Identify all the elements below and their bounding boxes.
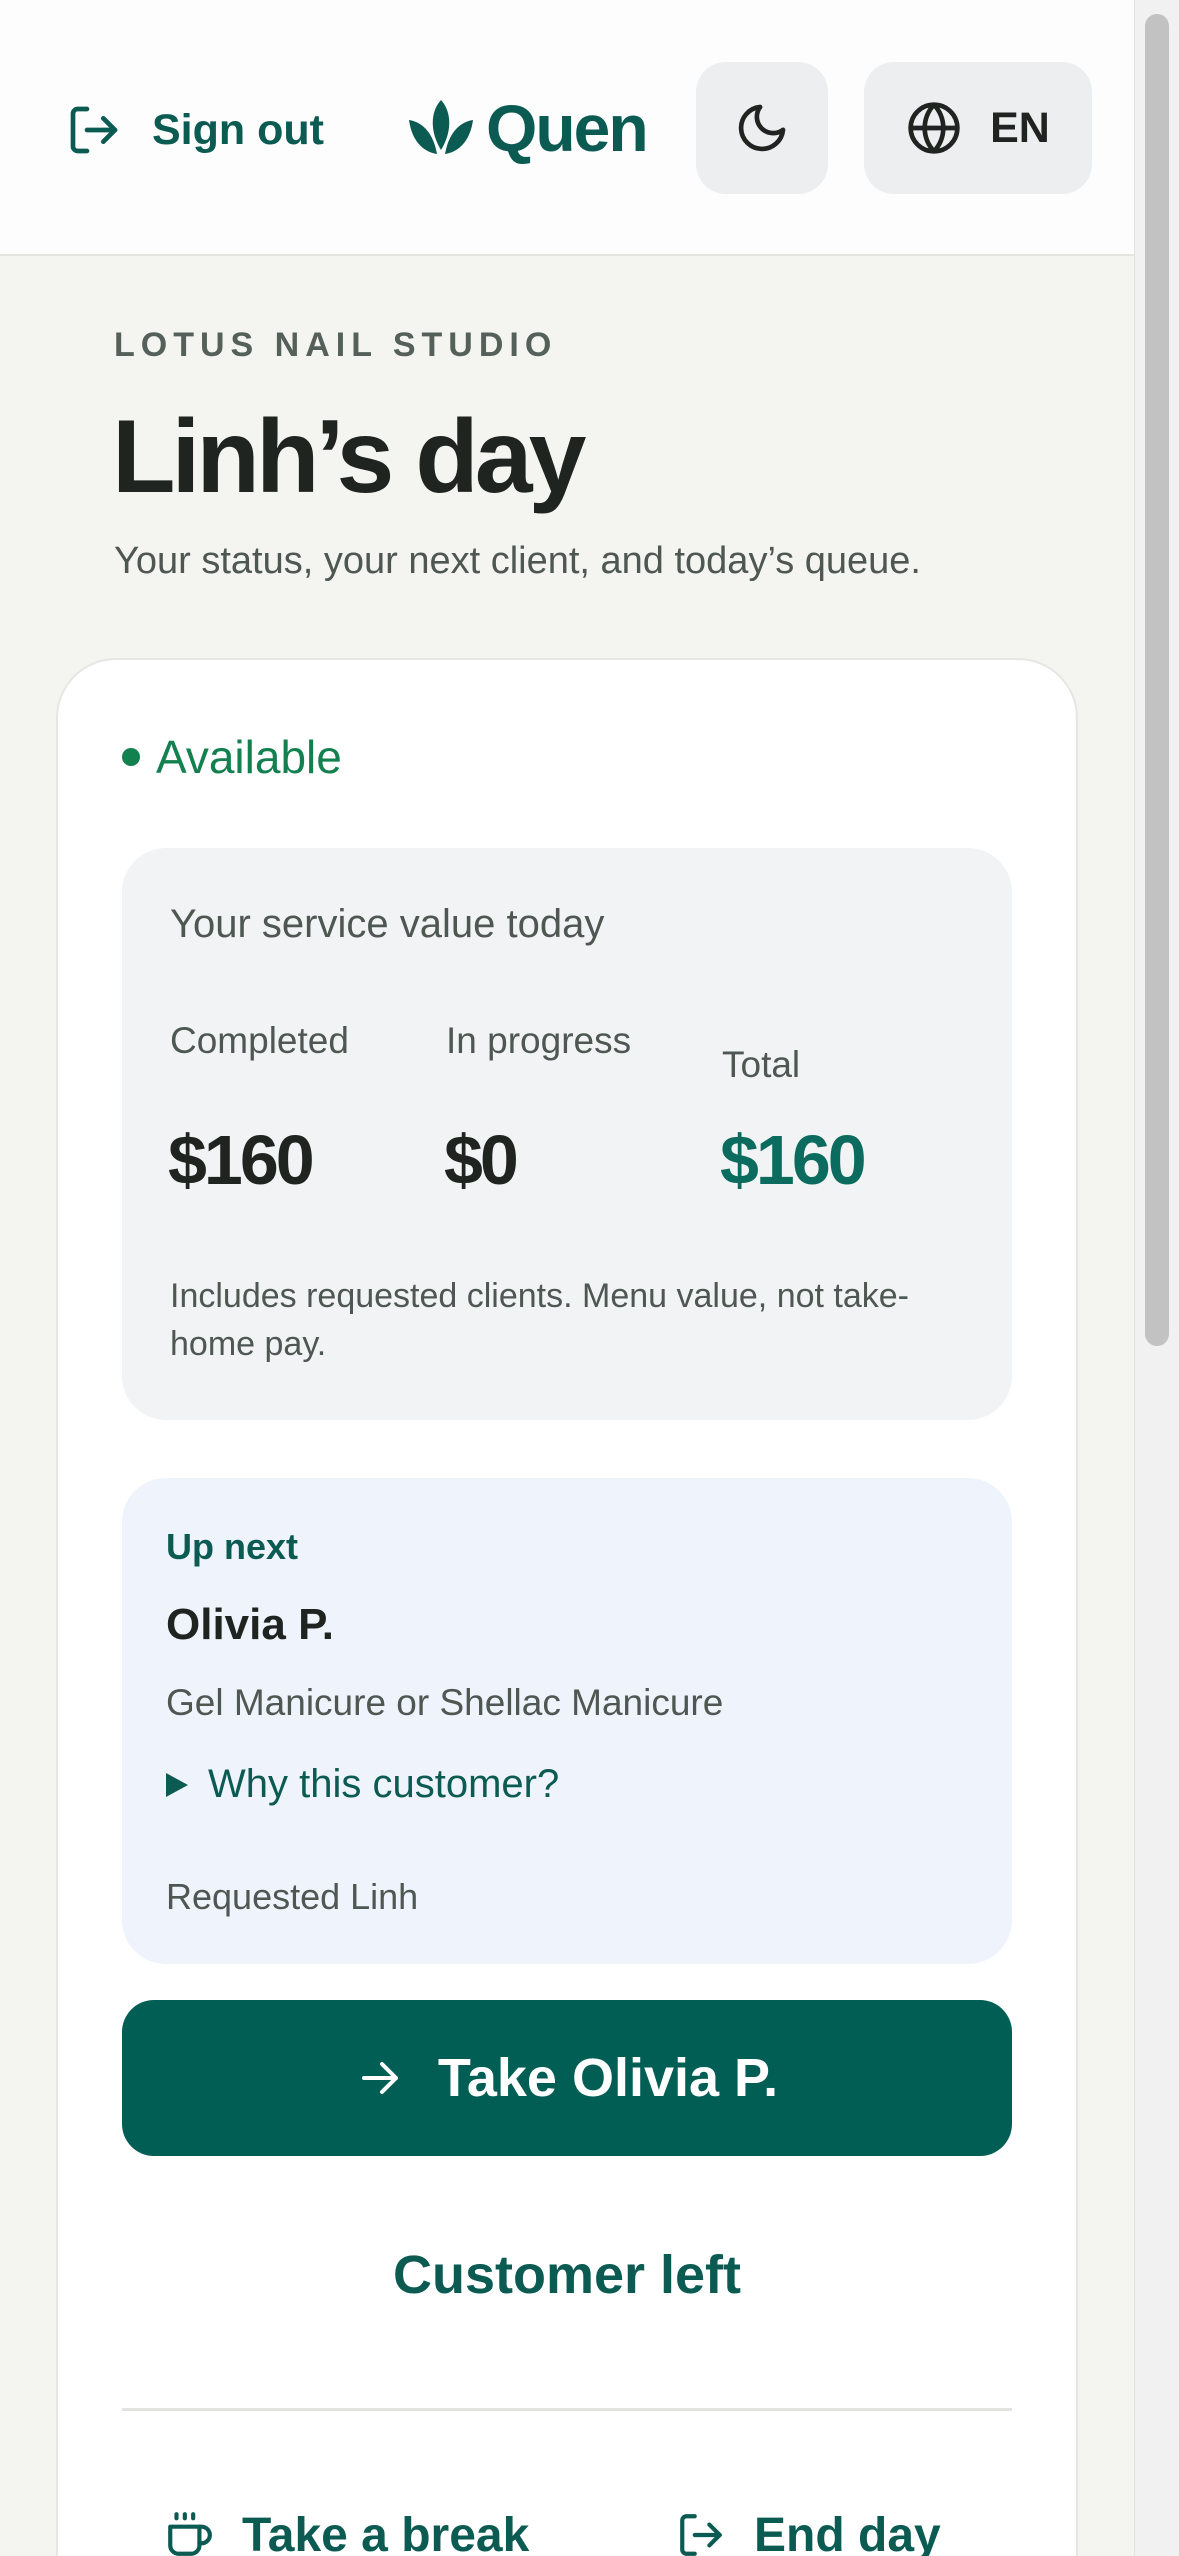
arrow-right-icon [361,2062,398,2094]
app-viewport: Sign out Quen EN LOTUS NAIL STUDIO Linh’… [0,0,1179,2556]
next-customer-name: Olivia P. [166,1600,334,1649]
brand-logo: Quen [406,88,649,168]
disclosure-triangle-icon [166,1772,188,1797]
service-value-title: Your service value today [170,902,605,946]
moon-icon [738,104,786,152]
language-code: EN [990,103,1050,152]
up-next-label: Up next [166,1526,299,1567]
coffee-cup-icon [168,2512,212,2556]
requested-note: Requested Linh [166,1876,419,1917]
brand-name: Quen [486,91,649,165]
leaf-logo-icon [409,100,473,154]
studio-name: LOTUS NAIL STUDIO [114,326,558,364]
sign-out-icon [70,106,118,154]
sign-out-label: Sign out [152,105,324,154]
status-dot-icon [122,748,140,766]
why-this-customer-label: Why this customer? [208,1762,560,1806]
in-progress-value: $0 [444,1121,519,1199]
scrollbar-thumb[interactable] [1145,14,1169,1346]
page-title: Linh’s day [112,399,586,515]
in-progress-label: In progress [446,1020,632,1061]
status-indicator: Available [122,730,342,784]
language-button[interactable]: EN [864,62,1092,194]
take-break-label: Take a break [242,2508,530,2556]
end-day-label: End day [754,2508,941,2556]
total-label: Total [722,1044,801,1085]
completed-value: $160 [168,1121,315,1199]
status-label: Available [156,731,342,783]
service-value-note: Includes requested clients. Menu value, … [170,1277,909,1363]
take-customer-button[interactable]: Take Olivia P. [122,2000,1012,2156]
theme-toggle-button[interactable] [696,62,828,194]
take-customer-label: Take Olivia P. [437,2048,779,2108]
total-value: $160 [720,1121,867,1199]
completed-label: Completed [170,1020,349,1061]
end-day-button[interactable]: End day [676,2500,941,2556]
globe-icon [908,102,960,154]
why-this-customer-toggle[interactable]: Why this customer? [166,1762,559,1807]
sign-out-icon [680,2514,722,2556]
page-subtitle: Your status, your next client, and today… [114,540,921,582]
customer-left-button[interactable]: Customer left [122,2232,1012,2318]
top-header: Sign out Quen EN [0,0,1134,256]
customer-left-label: Customer left [392,2245,742,2305]
take-break-button[interactable]: Take a break [164,2500,529,2556]
sign-out-button[interactable]: Sign out [66,96,324,164]
divider [122,2408,1012,2411]
next-customer-service: Gel Manicure or Shellac Manicure [166,1682,724,1723]
